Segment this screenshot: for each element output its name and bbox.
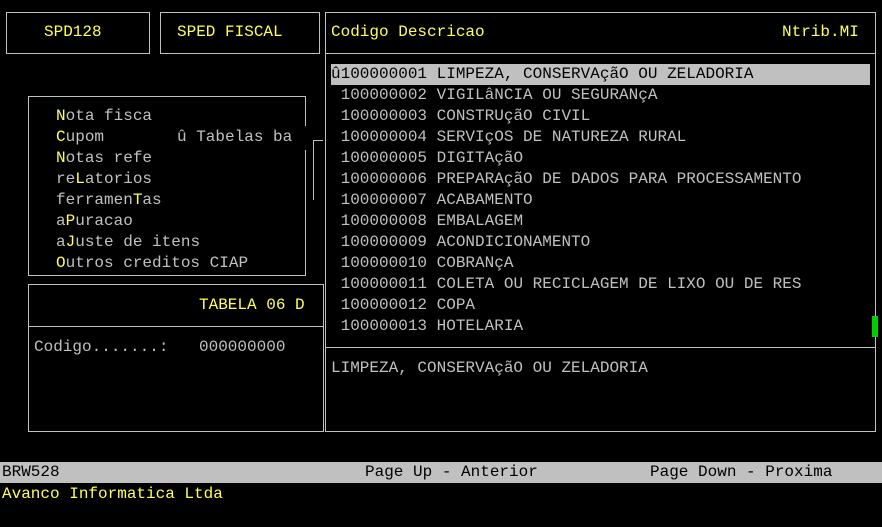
lookup-row[interactable]: 100000005 DIGITAçãO (331, 148, 870, 169)
menu-item-hotkey: T (132, 191, 143, 209)
menu-item-hotkey: O (56, 254, 66, 272)
lookup-row[interactable]: 100000011 COLETA OU RECICLAGEM DE LIXO O… (331, 274, 870, 295)
lookup-header-columns: Codigo Descricao (331, 23, 485, 41)
row-description: PREPARAçãO DE DADOS PARA PROCESSAMENTO (436, 170, 802, 188)
menu-item-hotkey: P (65, 212, 76, 230)
screen-id: BRW528 (2, 463, 60, 481)
row-description: ACABAMENTO (436, 191, 533, 209)
submenu-item-tabelas[interactable]: û Tabelas ba (177, 127, 292, 148)
menu-item[interactable]: Notas refe (56, 148, 152, 169)
form-title: TABELA 06 D (199, 296, 305, 314)
menu-item-prefix: re (56, 170, 76, 188)
row-code: û100000001 (331, 65, 428, 83)
lookup-row[interactable]: 100000010 COBRANçA (331, 253, 870, 274)
lookup-header-divider (325, 53, 876, 54)
row-description: LIMPEZA, CONSERVAçãO OU ZELADORIA (436, 65, 754, 83)
menu-item[interactable]: Outros creditos CIAP (56, 253, 248, 274)
row-code: 100000008 (331, 212, 428, 230)
row-code: 100000012 (331, 296, 428, 314)
row-description: HOTELARIA (436, 317, 524, 335)
lookup-row[interactable]: 100000002 VIGILâNCIA OU SEGURANçA (331, 85, 870, 106)
menu-item-hotkey: L (75, 170, 85, 188)
menu-item[interactable]: ferramenTas (56, 190, 162, 211)
row-description: VIGILâNCIA OU SEGURANçA (436, 86, 658, 104)
menu-item-rest: upom (65, 128, 105, 146)
row-description: EMBALAGEM (436, 212, 524, 230)
page-up-hint[interactable]: Page Up - Anterior (365, 462, 538, 483)
row-description: COBRANçA (436, 254, 514, 272)
lookup-row[interactable]: 100000007 ACABAMENTO (331, 190, 870, 211)
menu-item[interactable]: aJuste de itens (56, 232, 200, 253)
row-description: SERVIçOS DE NATUREZA RURAL (436, 128, 687, 146)
menu-item-hotkey: N (56, 149, 66, 167)
row-description: DIGITAçãO (436, 149, 524, 167)
row-code: 100000005 (331, 149, 428, 167)
menu-item[interactable]: reLatorios (56, 169, 152, 190)
menu-item-prefix: a (56, 212, 66, 230)
row-code: 100000006 (331, 170, 428, 188)
menu-item-rest: uracao (75, 212, 133, 230)
row-code: 100000004 (331, 128, 428, 146)
menu-item-rest: uste de itens (75, 233, 201, 251)
form-divider (28, 326, 324, 327)
page-down-hint[interactable]: Page Down - Proxima (650, 462, 832, 483)
row-description: ACONDICIONAMENTO (436, 233, 591, 251)
scrollbar-thumb[interactable] (870, 316, 880, 337)
lookup-detail-text: LIMPEZA, CONSERVAçãO OU ZELADORIA (331, 359, 648, 377)
row-code: 100000010 (331, 254, 428, 272)
menu-item-rest: otas refe (65, 149, 153, 167)
row-code: 100000009 (331, 233, 428, 251)
row-code: 100000011 (331, 275, 428, 293)
lookup-row[interactable]: 100000004 SERVIçOS DE NATUREZA RURAL (331, 127, 870, 148)
menu-item[interactable]: aPuracao (56, 211, 133, 232)
menu-item-rest: utros creditos CIAP (65, 254, 249, 272)
lookup-row[interactable]: 100000012 COPA (331, 295, 870, 316)
company-name: Avanco Informatica Ltda (2, 485, 223, 503)
submenu-border (313, 140, 323, 200)
lookup-row[interactable]: 100000003 CONSTRUçãO CIVIL (331, 106, 870, 127)
menu-item-rest: ota fisca (65, 107, 153, 125)
lookup-row[interactable]: 100000009 ACONDICIONAMENTO (331, 232, 870, 253)
program-code: SPD128 (44, 23, 102, 41)
lookup-header-right: Ntrib.MI (782, 23, 859, 41)
row-description: COPA (436, 296, 476, 314)
menu-item-hotkey: N (56, 107, 66, 125)
menu-item-prefix: ferramen (56, 191, 133, 209)
row-code: 100000003 (331, 107, 428, 125)
lookup-detail-divider (325, 347, 876, 348)
lookup-row-selected[interactable]: û100000001 LIMPEZA, CONSERVAçãO OU ZELAD… (331, 64, 870, 85)
lookup-row[interactable]: 100000013 HOTELARIA (331, 316, 870, 337)
lookup-row[interactable]: 100000008 EMBALAGEM (331, 211, 870, 232)
row-code: 100000007 (331, 191, 428, 209)
row-code: 100000013 (331, 317, 428, 335)
menu-item-rest: atorios (84, 170, 153, 188)
row-description: COLETA OU RECICLAGEM DE LIXO OU DE RES (436, 275, 802, 293)
codigo-input[interactable]: 000000000 (199, 337, 285, 358)
row-code: 100000002 (331, 86, 428, 104)
menu-item-hotkey: C (56, 128, 66, 146)
lookup-row[interactable]: 100000006 PREPARAçãO DE DADOS PARA PROCE… (331, 169, 870, 190)
codigo-label: Codigo.......: (34, 338, 169, 356)
row-description: CONSTRUçãO CIVIL (436, 107, 591, 125)
menu-item[interactable]: Cupom (56, 127, 104, 148)
menu-item-rest: as (142, 191, 162, 209)
menu-item-prefix: a (56, 233, 66, 251)
module-title: SPED FISCAL (177, 23, 283, 41)
menu-item-hotkey: J (65, 233, 76, 251)
menu-item[interactable]: Nota fisca (56, 106, 152, 127)
